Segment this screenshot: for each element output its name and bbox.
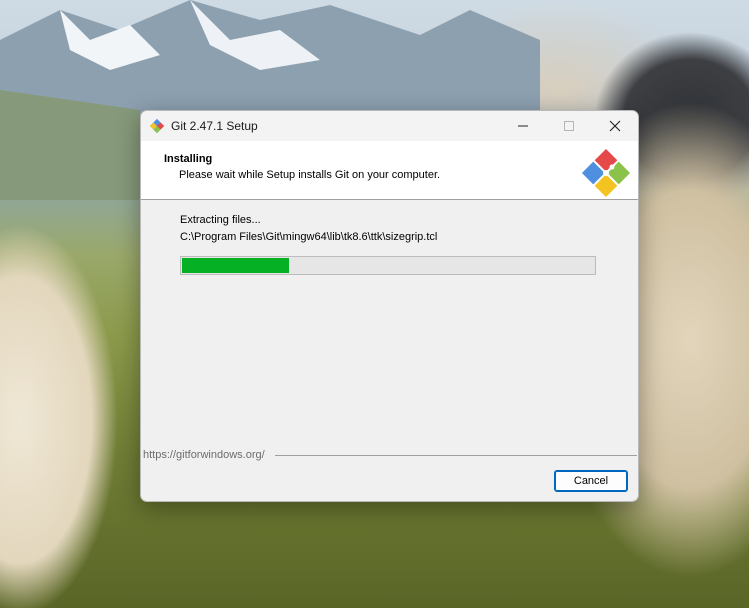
git-icon xyxy=(149,118,165,134)
close-button[interactable] xyxy=(592,111,638,141)
progress-bar-fill xyxy=(182,258,289,273)
cancel-button[interactable]: Cancel xyxy=(554,470,628,492)
page-subtitle: Please wait while Setup installs Git on … xyxy=(179,169,441,181)
separator-line xyxy=(275,455,637,456)
title-bar[interactable]: Git 2.47.1 Setup xyxy=(141,111,638,141)
minimize-icon xyxy=(518,125,528,127)
git-logo xyxy=(581,148,631,198)
minimize-button[interactable] xyxy=(500,111,546,141)
window-title: Git 2.47.1 Setup xyxy=(171,119,258,133)
wizard-header: Installing Please wait while Setup insta… xyxy=(141,141,638,200)
website-link[interactable]: https://gitforwindows.org/ xyxy=(143,449,265,461)
maximize-button[interactable] xyxy=(546,111,592,141)
setup-window: Git 2.47.1 Setup Installing Please wait … xyxy=(140,110,639,502)
current-file-path: C:\Program Files\Git\mingw64\lib\tk8.6\t… xyxy=(180,231,438,243)
page-title: Installing xyxy=(164,153,213,165)
status-text: Extracting files... xyxy=(180,214,261,226)
close-icon xyxy=(609,120,621,132)
progress-bar xyxy=(180,256,596,275)
maximize-icon xyxy=(564,121,574,131)
